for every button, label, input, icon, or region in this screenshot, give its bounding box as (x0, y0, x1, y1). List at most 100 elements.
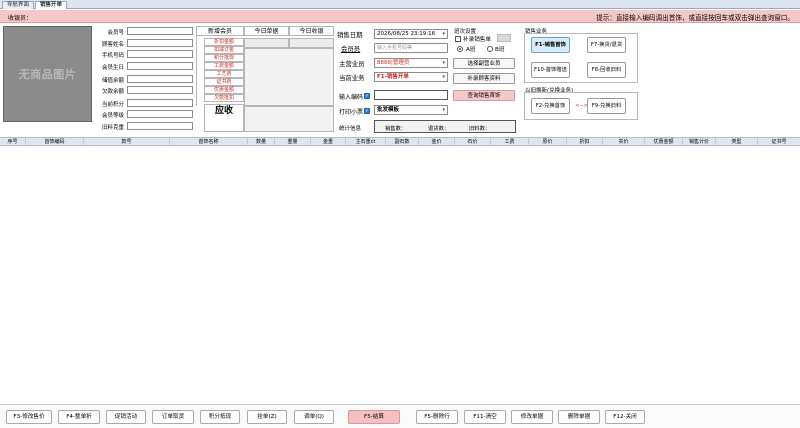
recall-order-button[interactable]: 调单(Q) (294, 410, 334, 424)
phone-label: 手机号码 (101, 53, 124, 59)
checkout-button[interactable]: F5-结算 (348, 410, 400, 424)
items-table-header: 序号 首饰编码 款号 首饰名称 数量 重量 金重 主石重ct 副石数 金价 石价… (0, 137, 800, 146)
points-redeem-button[interactable]: 积分抵现 (200, 410, 240, 424)
calendar-icon: ▾ (442, 31, 445, 37)
col-stone-price: 石价 (455, 138, 491, 146)
gift-jewelry-button[interactable]: F10-首饰赠送 (531, 62, 570, 78)
stat-info-box: 销售数： 退货数： 旧料数： (374, 120, 516, 133)
shift-a-label: A班 (466, 47, 476, 53)
close-button[interactable]: F12-关闭 (605, 410, 645, 424)
col-pricing: 销售计价 (683, 138, 716, 146)
member-phone-input[interactable]: 输入手机号码等 (374, 43, 448, 53)
edit-price-button[interactable]: F3-修改售价 (6, 410, 52, 424)
supplement-sale-checkbox[interactable] (455, 36, 461, 42)
member-no-field[interactable] (127, 27, 193, 35)
col-labor: 工费 (491, 138, 529, 146)
today-cash-header: 今日收银 (289, 26, 334, 36)
tip-text: 提示：直接输入编码调出首饰，或直接按回车或双击弹出查询窗口。 (596, 14, 794, 22)
hold-order-button[interactable]: 挂单(Z) (247, 410, 287, 424)
stat-value (289, 38, 334, 48)
main-salesperson-label: 主营业员 (339, 60, 365, 68)
col-original-price: 原价 (529, 138, 567, 146)
tip-bar: 收银员： 提示：直接输入编码调出首饰，或直接按回车或双击弹出查询窗口。 (0, 10, 800, 23)
stat-value (244, 38, 289, 48)
discount-amount-label: 折扣金额 (204, 38, 244, 46)
exchange-return-button[interactable]: F7-换货/退货 (587, 37, 626, 53)
member-level-label: 会员等级 (101, 113, 124, 119)
craft-fee-label: 工艺费 (204, 70, 244, 78)
chevron-down-icon: ▾ (442, 74, 445, 80)
stat-info-label: 统计信息 (339, 126, 362, 132)
points-label: 当前积分 (101, 102, 124, 108)
exchange-jewelry-button[interactable]: F2-兑换首饰 (531, 98, 570, 114)
shift-b-label: B班 (495, 47, 505, 53)
amount-due-label: 应收 (204, 104, 244, 132)
phone-field[interactable] (127, 50, 193, 58)
query-jewelry-button[interactable]: 查询销售首饰 (453, 90, 515, 101)
col-promo: 优惠金额 (645, 138, 683, 146)
chevron-down-icon: ▾ (442, 60, 445, 66)
promo-amount-label: 优惠金额 (204, 86, 244, 94)
chevron-down-icon: ▾ (442, 107, 445, 113)
select-assistant-button[interactable]: 选择副营业员 (453, 58, 515, 69)
labor-fee-label: 工费金额 (204, 62, 244, 70)
member-no-label: 会员号 (107, 30, 124, 36)
edit-order-button[interactable]: 修改单据 (511, 410, 553, 424)
tab-navigation[interactable]: 导航界面 (2, 1, 34, 9)
new-members-header: 新增会员 (196, 26, 244, 36)
sale-date-label: 销售日期 (337, 31, 363, 39)
sales-count: 销售数： (385, 126, 407, 132)
today-orders-header: 今日单据 (244, 26, 289, 36)
whole-discount-button[interactable]: F4-整单折 (58, 410, 100, 424)
exchange-old-gold-button[interactable]: F9-兑换旧料 (587, 98, 626, 114)
input-code-checkbox[interactable]: ✓ (364, 93, 370, 99)
col-side-stones: 副石数 (386, 138, 419, 146)
debt-offset-label: 欠款抵扣 (204, 94, 244, 102)
birthday-field[interactable] (127, 62, 193, 70)
return-count: 退货数： (428, 126, 450, 132)
product-code-input[interactable] (374, 90, 448, 100)
print-template-value: 批发模板 (377, 107, 400, 113)
shift-settings-title: 班次设置 (454, 29, 477, 35)
current-business-select[interactable]: F1-销售开单 ▾ (374, 72, 448, 82)
main-salesperson-value: 8888|管理员 (377, 60, 410, 66)
main-salesperson-select[interactable]: 8888|管理员 ▾ (374, 58, 448, 68)
supplement-customer-button[interactable]: 补录顾客资料 (453, 73, 515, 84)
debt-balance-label: 欠款余额 (101, 89, 124, 95)
col-jewelry-name: 首饰名称 (170, 138, 248, 146)
promotion-button[interactable]: 促销活动 (106, 410, 146, 424)
old-gold-count: 旧料数： (469, 126, 491, 132)
col-style-no: 款号 (84, 138, 170, 146)
col-main-stone: 主石重ct (346, 138, 386, 146)
items-table-body[interactable] (0, 147, 800, 403)
cashier-label: 收银员： (8, 15, 33, 22)
member-level-field (127, 110, 193, 118)
stat-value-area (244, 48, 334, 106)
delete-order-button[interactable]: 删除单据 (558, 410, 600, 424)
sale-date-picker[interactable]: 2026/08/25 23:19:16 ▾ (374, 29, 448, 39)
col-quantity: 数量 (248, 138, 275, 146)
clear-button[interactable]: F11-清空 (464, 410, 506, 424)
amount-due-value (244, 106, 334, 132)
member-lookup-link[interactable]: 会员员 (341, 44, 360, 53)
print-receipt-label: 打印小票 (339, 109, 364, 116)
col-gold-price: 金价 (419, 138, 455, 146)
print-receipt-checkbox[interactable]: ✓ (364, 108, 370, 114)
col-certificate: 证书号 (771, 139, 787, 145)
print-template-select[interactable]: 批发模板 ▾ (374, 105, 448, 115)
customer-name-field[interactable] (127, 39, 193, 47)
shift-toggle[interactable] (497, 34, 511, 42)
col-type: 类型 (716, 138, 758, 146)
shift-b-radio[interactable] (487, 46, 493, 52)
delete-row-button[interactable]: F5-删除行 (416, 410, 458, 424)
shift-a-radio[interactable] (457, 46, 463, 52)
order-pickup-button[interactable]: 订单取货 (152, 410, 194, 424)
recycle-gold-button[interactable]: F8-回收旧料 (587, 62, 626, 78)
stored-balance-field (127, 75, 193, 83)
supplement-sale-label: 补录销售单 (463, 37, 491, 43)
tab-sales-order[interactable]: 销售开单 (35, 1, 67, 9)
sell-jewelry-button[interactable]: F1-销售首饰 (531, 37, 570, 53)
certificate-fee-label: 证书费 (204, 78, 244, 86)
stats-divider (196, 36, 204, 106)
current-business-value: F1-销售开单 (377, 74, 409, 80)
